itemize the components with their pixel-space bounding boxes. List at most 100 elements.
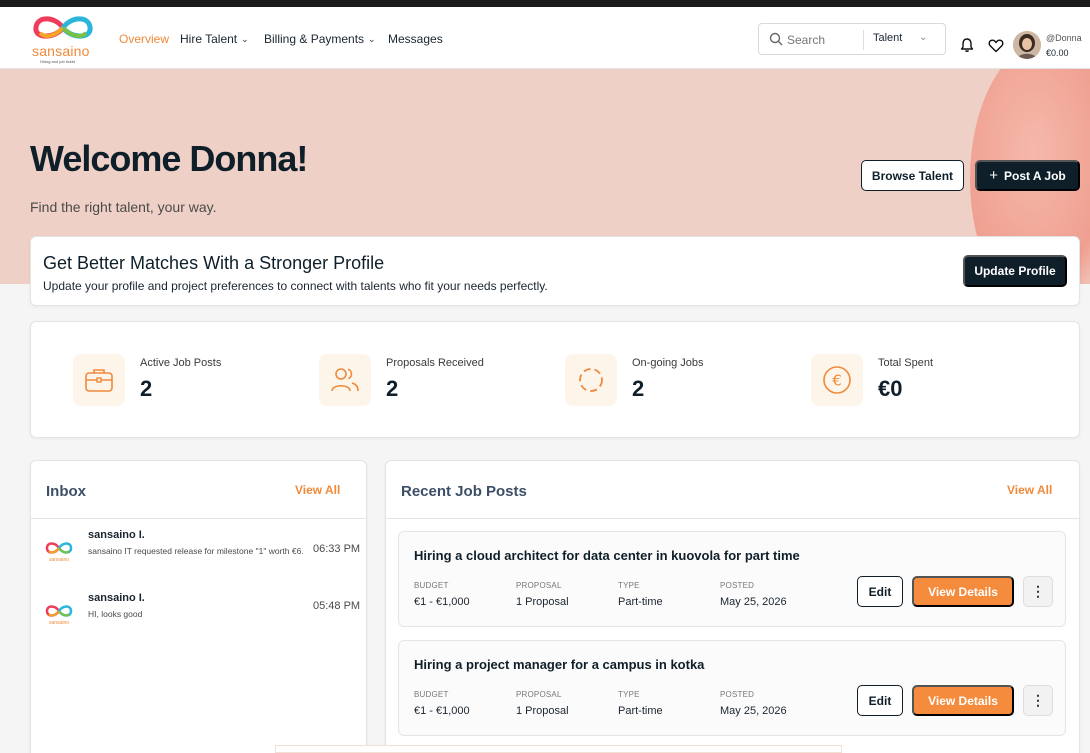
stat-label: Active Job Posts (140, 357, 222, 369)
search-bar: Talent ⌄ (758, 23, 946, 55)
nav-billing-label: Billing & Payments (264, 32, 365, 46)
sender-logo-icon: sansaino (45, 605, 73, 626)
inbox-panel: Inbox View All sansaino sansaino I. sans… (30, 460, 367, 753)
stat-value: 2 (386, 376, 399, 401)
svg-text:sansaino: sansaino (49, 557, 69, 563)
nav-messages[interactable]: Messages (388, 32, 443, 46)
edit-job-button[interactable]: Edit (857, 685, 903, 716)
inbox-view-all-link[interactable]: View All (295, 483, 340, 497)
proposal-label: PROPOSAL (516, 581, 562, 590)
message-preview: HI, looks good (88, 609, 143, 619)
search-icon (769, 32, 783, 46)
page-subtitle: Find the right talent, your way. (30, 199, 217, 215)
users-icon-tile (319, 354, 371, 406)
top-dark-bar (0, 0, 1090, 7)
chevron-down-icon[interactable]: ⌄ (919, 32, 927, 43)
chevron-down-icon: ⌄ (368, 33, 376, 44)
briefcase-icon (85, 369, 113, 392)
brand-name: sansaino (32, 43, 90, 59)
budget-label: BUDGET (414, 690, 449, 699)
browse-talent-button[interactable]: Browse Talent (861, 160, 964, 191)
brand-logo[interactable]: sansaino Hiring and job ticket (30, 13, 96, 65)
list-item[interactable]: sansaino sansaino I. sansaino IT request… (43, 529, 363, 573)
edit-job-button[interactable]: Edit (857, 576, 903, 607)
job-card: Hiring a project manager for a campus in… (398, 640, 1066, 736)
stat-value: €0 (878, 376, 903, 401)
users-icon (331, 368, 359, 392)
posted-value: May 25, 2026 (720, 596, 787, 608)
job-title[interactable]: Hiring a project manager for a campus in… (414, 657, 704, 672)
divider (386, 518, 1079, 519)
stat-label: Total Spent (878, 357, 934, 369)
view-details-button[interactable]: View Details (912, 576, 1014, 607)
svg-text:sansaino: sansaino (49, 620, 69, 626)
heart-icon[interactable] (988, 38, 1004, 53)
more-options-icon[interactable]: ⋮ (1023, 685, 1053, 716)
briefcase-icon-tile (73, 354, 125, 406)
progress-icon (579, 368, 603, 392)
brand-tagline: Hiring and job ticket (40, 59, 76, 64)
type-value: Part-time (618, 596, 663, 608)
message-sender: sansaino I. (88, 529, 145, 541)
divider (31, 518, 366, 519)
sender-logo-icon: sansaino (45, 542, 73, 563)
jobs-view-all-link[interactable]: View All (1007, 483, 1052, 497)
message-time: 06:33 PM (313, 543, 361, 555)
avatar[interactable] (1013, 31, 1041, 59)
search-input[interactable] (787, 30, 861, 50)
stat-ongoing-jobs: On-going Jobs 2 (565, 352, 805, 408)
stat-label: Proposals Received (386, 357, 484, 369)
nav-hire-talent[interactable]: Hire Talent ⌄ (180, 32, 249, 46)
top-navigation: sansaino Hiring and job ticket Overview … (0, 7, 1090, 69)
stat-active-job-posts: Active Job Posts 2 (73, 352, 313, 408)
job-title[interactable]: Hiring a cloud architect for data center… (414, 548, 800, 563)
chevron-down-icon: ⌄ (241, 33, 249, 44)
post-job-button[interactable]: + Post A Job (975, 160, 1080, 191)
user-balance: €0.00 (1046, 48, 1069, 58)
job-proposal: PROPOSAL 1 Proposal (516, 690, 569, 717)
profile-banner-description: Update your profile and project preferen… (43, 279, 548, 293)
nav-overview[interactable]: Overview (119, 32, 169, 46)
user-photo-icon (1013, 31, 1041, 59)
job-type: TYPE Part-time (618, 581, 663, 608)
list-item[interactable]: sansaino sansaino I. HI, looks good 05:4… (43, 592, 363, 636)
type-label: TYPE (618, 690, 640, 699)
job-type: TYPE Part-time (618, 690, 663, 717)
budget-value: €1 - €1,000 (414, 705, 470, 717)
job-budget: BUDGET €1 - €1,000 (414, 690, 470, 717)
posted-label: POSTED (720, 690, 755, 699)
bell-icon[interactable] (959, 37, 975, 53)
recent-jobs-panel: Recent Job Posts View All Hiring a cloud… (385, 460, 1080, 753)
nav-billing-payments[interactable]: Billing & Payments ⌄ (264, 32, 376, 46)
euro-icon: € (823, 366, 851, 394)
stat-value: 2 (140, 376, 153, 401)
posted-label: POSTED (720, 581, 755, 590)
user-handle: @Donna (1046, 33, 1082, 43)
type-value: Part-time (618, 705, 663, 717)
stat-total-spent: € Total Spent €0 (811, 352, 1051, 408)
nav-hire-talent-label: Hire Talent (180, 32, 238, 46)
post-job-label: Post A Job (1003, 168, 1066, 183)
more-options-icon[interactable]: ⋮ (1023, 576, 1053, 607)
proposal-label: PROPOSAL (516, 690, 562, 699)
stat-proposals-received: Proposals Received 2 (319, 352, 559, 408)
view-details-button[interactable]: View Details (912, 685, 1014, 716)
recent-jobs-title: Recent Job Posts (401, 483, 527, 500)
bottom-overlay-edge (275, 745, 842, 753)
job-posted: POSTED May 25, 2026 (720, 581, 787, 608)
infinity-logo-icon (33, 16, 93, 39)
update-profile-button[interactable]: Update Profile (963, 255, 1067, 287)
stat-value: 2 (632, 376, 645, 401)
page-title: Welcome Donna! (30, 138, 308, 179)
euro-icon-tile: € (811, 354, 863, 406)
job-budget: BUDGET €1 - €1,000 (414, 581, 470, 608)
posted-value: May 25, 2026 (720, 705, 787, 717)
inbox-title: Inbox (46, 483, 86, 500)
type-label: TYPE (618, 581, 640, 590)
budget-value: €1 - €1,000 (414, 596, 470, 608)
stats-panel: Active Job Posts 2 Proposals Received 2 … (30, 321, 1080, 438)
search-category-select[interactable]: Talent (873, 32, 902, 44)
profile-banner-title: Get Better Matches With a Stronger Profi… (43, 253, 385, 273)
nav-messages-label: Messages (388, 32, 443, 46)
search-divider (863, 30, 864, 50)
